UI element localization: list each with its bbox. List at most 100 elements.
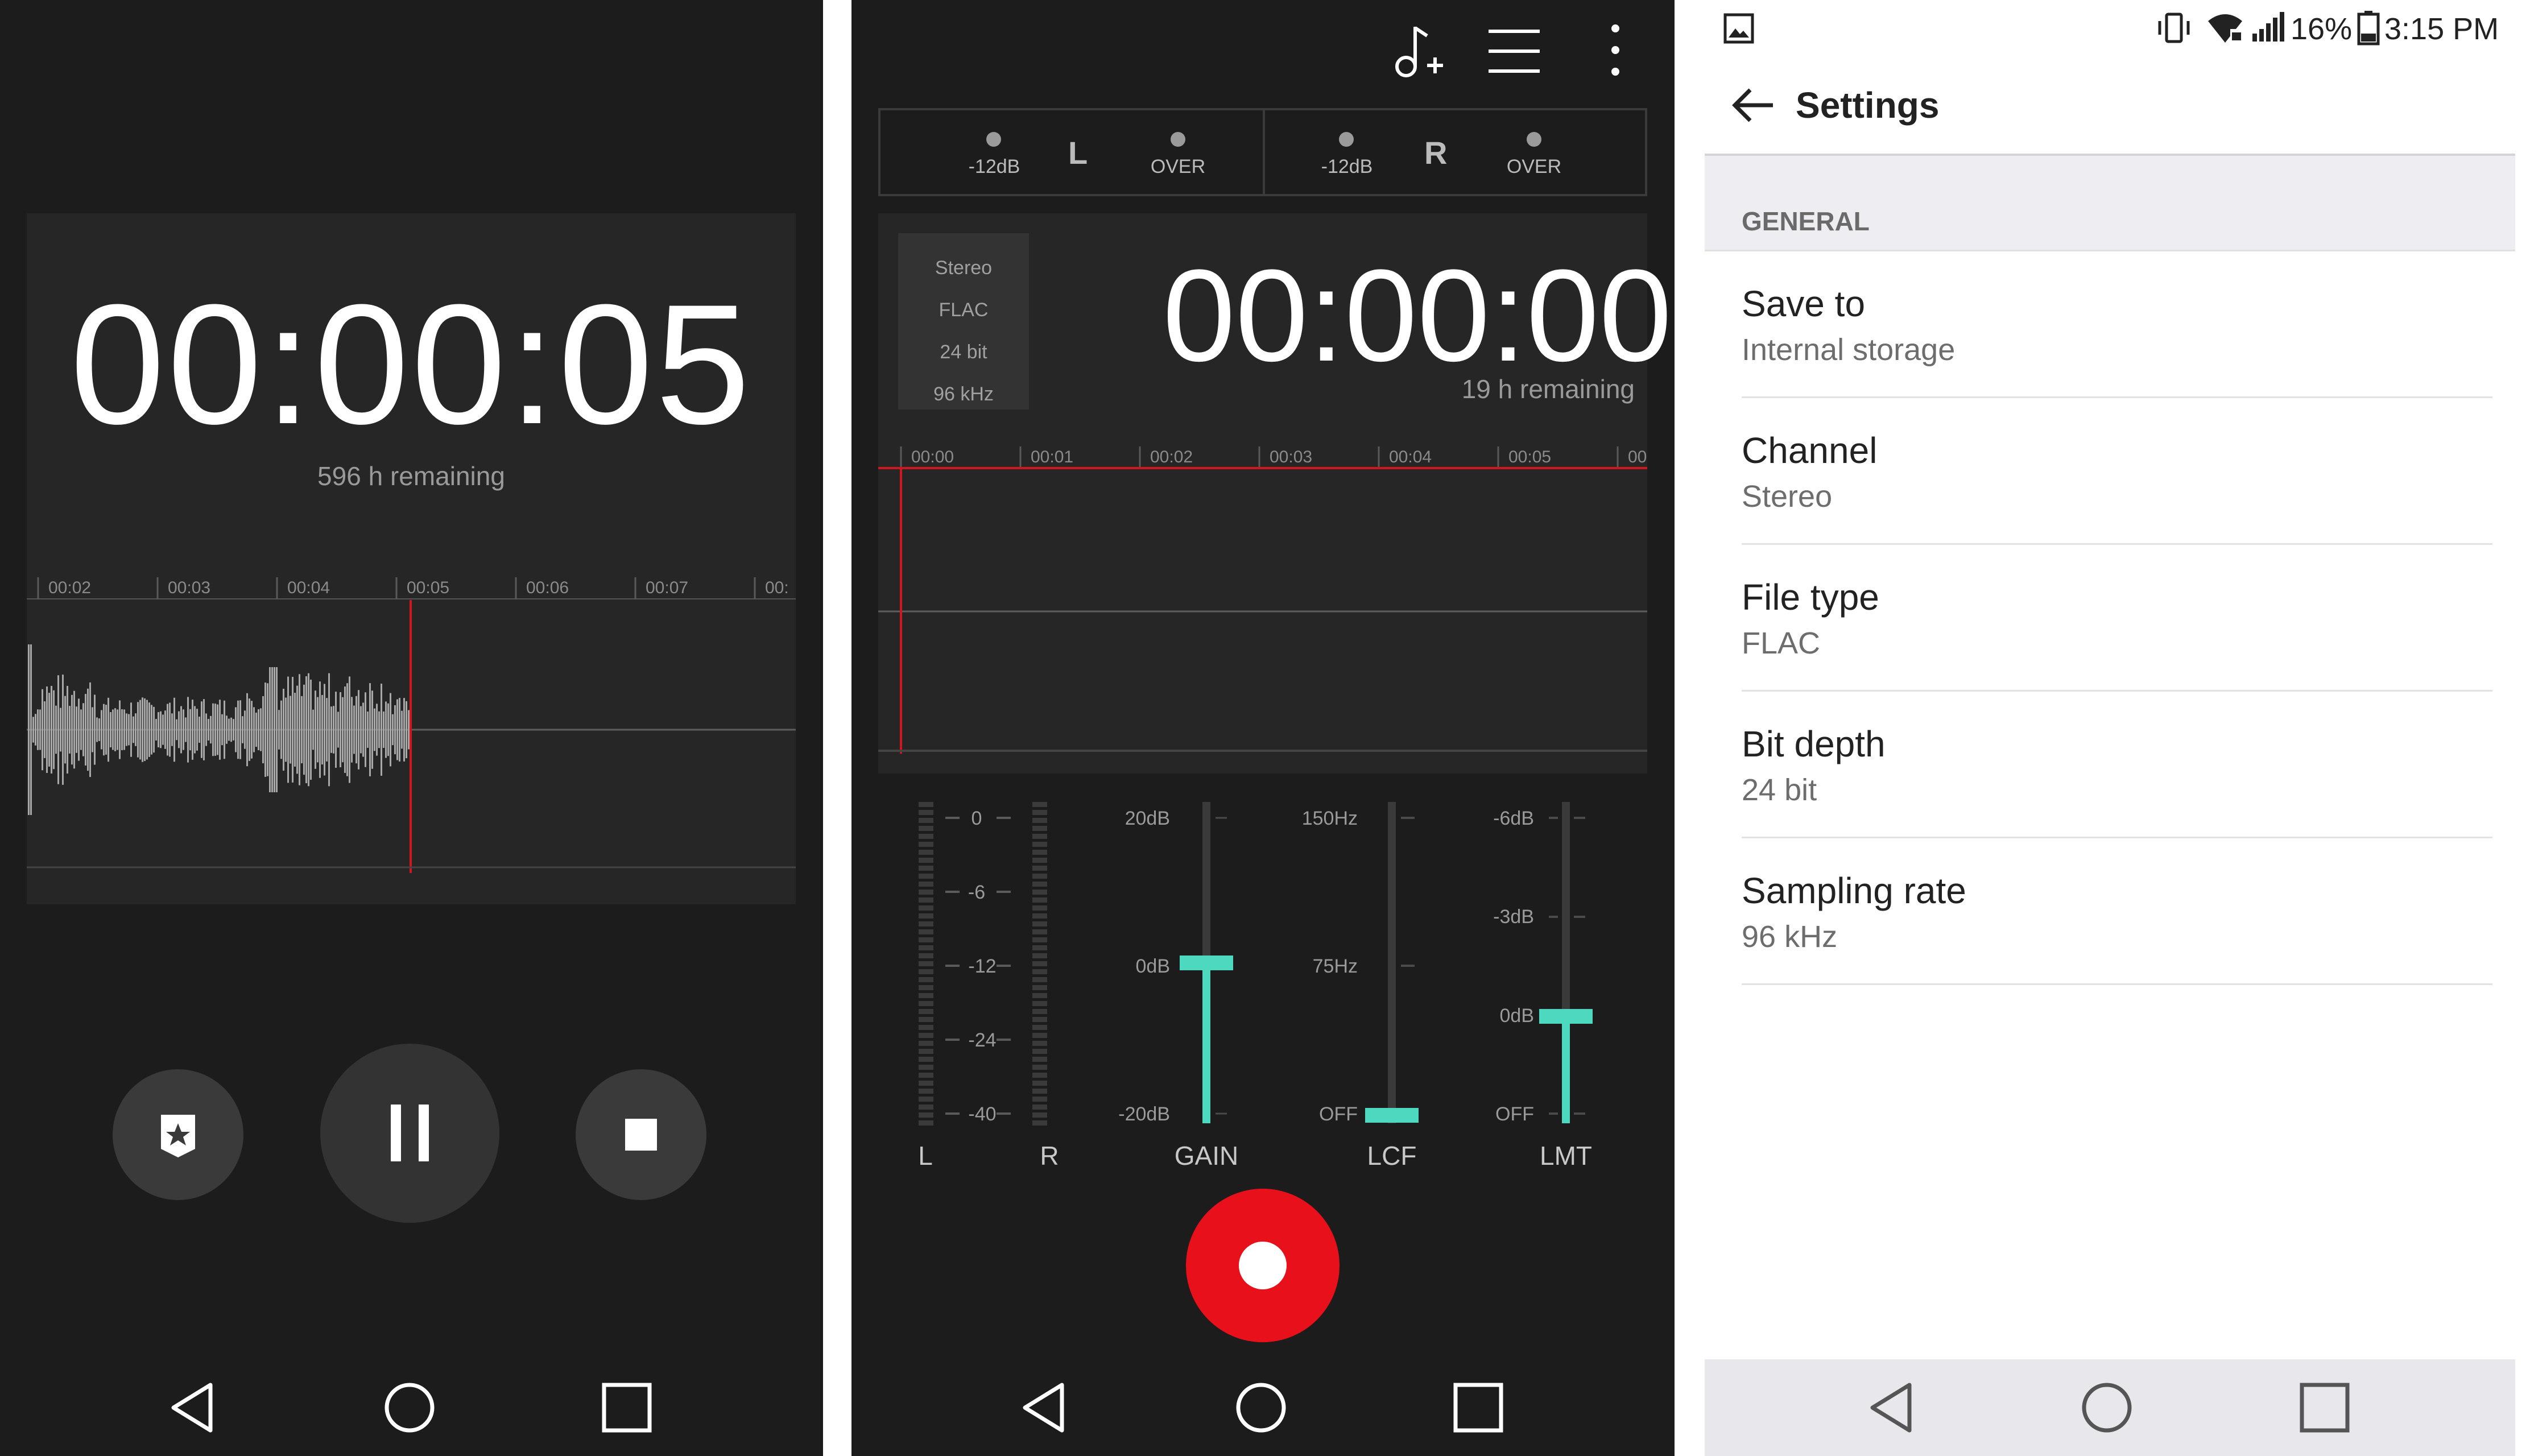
waveform-bar (294, 693, 296, 767)
left-low-label: -12dB (968, 156, 1020, 177)
nav-back-icon[interactable] (165, 1359, 222, 1456)
waveform-bar (308, 673, 309, 787)
meter-led (919, 1097, 933, 1102)
meter-led (919, 858, 933, 863)
setting-item-bit-depth[interactable]: Bit depth 24 bit (1705, 692, 2515, 838)
waveform-bar (244, 710, 246, 749)
waveform-bar (201, 701, 202, 758)
right-over-led (1527, 132, 1541, 147)
waveform-bar (46, 686, 48, 774)
record-button[interactable] (1186, 1189, 1340, 1342)
waveform-bar (310, 679, 312, 780)
nav-back-icon[interactable] (1016, 1359, 1073, 1456)
meter-led (919, 1025, 933, 1030)
add-music-icon[interactable] (1386, 20, 1449, 82)
meter-left-label: L (918, 1141, 933, 1170)
recorder-screen: -12dB L OVER -12dB R OVER Stereo FLAC 24… (851, 0, 1675, 1456)
waveform-bar (381, 684, 382, 776)
timeline-tick: 00:02 (48, 578, 92, 597)
back-arrow-icon[interactable] (1727, 80, 1779, 131)
waveform-bar (355, 696, 357, 764)
waveform-bar (60, 708, 61, 752)
navigation-bar (1705, 1359, 2515, 1456)
meter-led (919, 937, 933, 942)
list-icon[interactable] (1486, 23, 1543, 80)
waveform-bar (269, 667, 271, 792)
setting-title: Sampling rate (1742, 870, 1966, 911)
waveform-bar (305, 676, 307, 784)
meter-led (1032, 1025, 1047, 1030)
setting-item-sampling-rate[interactable]: Sampling rate 96 kHz (1705, 838, 2515, 985)
waveform-bar (385, 701, 387, 758)
meter-led (1032, 985, 1047, 990)
nav-recents-icon[interactable] (2296, 1359, 2353, 1456)
meter-led (1032, 1073, 1047, 1078)
waveform-bar (374, 708, 375, 751)
gain-slider-label[interactable]: GAIN (1161, 1140, 1252, 1171)
meter-led (1032, 1001, 1047, 1006)
nav-home-icon[interactable] (381, 1359, 438, 1456)
waveform-bar (64, 696, 66, 764)
setting-item-file-type[interactable]: File type FLAC (1705, 545, 2515, 692)
timeline-tick: 00: (765, 578, 789, 597)
more-vert-icon[interactable] (1604, 23, 1627, 80)
waveform-bar (394, 705, 396, 755)
waveform-bar (73, 690, 75, 769)
waveform-bar (292, 677, 293, 783)
waveform-bar (176, 719, 177, 741)
nav-home-icon[interactable] (2078, 1359, 2135, 1456)
waveform-bar (387, 703, 389, 756)
meter-led (919, 929, 933, 934)
waveform-bar (233, 719, 234, 741)
waveform-bar (278, 710, 280, 750)
timeline-tick: 00:04 (287, 578, 330, 597)
lmt-slider-label[interactable]: LMT (1520, 1140, 1611, 1171)
setting-value: FLAC (1742, 626, 1821, 660)
waveform-bar (98, 718, 100, 741)
meter-led (1032, 834, 1047, 839)
waveform-bar (346, 683, 348, 776)
meter-led (919, 993, 933, 998)
waveform-bar (253, 707, 255, 752)
waveform-bar (108, 697, 109, 762)
waveform-bar (103, 704, 105, 756)
waveform-bar (283, 688, 284, 771)
bookmark-button[interactable] (113, 1069, 243, 1200)
meter-led (1032, 1009, 1047, 1014)
setting-item-channel[interactable]: Channel Stereo (1705, 398, 2515, 545)
lmt-mid-label: -3dB (1493, 906, 1534, 928)
setting-item-save-to[interactable]: Save to Internal storage (1705, 251, 2515, 398)
waveform-bar (383, 711, 385, 748)
format-info-box: Stereo FLAC 24 bit 96 kHz (898, 233, 1029, 410)
lcf-slider-label[interactable]: LCF (1346, 1140, 1437, 1171)
waveform-bar (406, 701, 407, 759)
waveform-bar (55, 705, 57, 754)
meter-led (919, 834, 933, 839)
waveform-bar (117, 709, 118, 750)
meter-led (919, 866, 933, 871)
level-indicator: -12dB L OVER -12dB R OVER (878, 108, 1647, 196)
navigation-bar (0, 1359, 823, 1456)
meter-led (919, 1120, 933, 1126)
waveform-bar (92, 707, 93, 752)
navigation-bar (851, 1359, 1675, 1456)
pause-button[interactable] (320, 1044, 499, 1223)
settings-screen: 16% 3:15 PM Settings GENERAL Save to Int… (1705, 0, 2530, 1456)
left-channel-label: L (1068, 135, 1088, 171)
nav-recents-icon[interactable] (1450, 1359, 1507, 1456)
nav-home-icon[interactable] (1233, 1359, 1289, 1456)
waveform-bar (408, 710, 410, 750)
section-header: GENERAL (1705, 156, 2515, 251)
stop-button[interactable] (576, 1069, 706, 1200)
waveform-bar (180, 706, 182, 754)
waveform-bar (351, 697, 353, 763)
nav-recents-icon[interactable] (598, 1359, 655, 1456)
meter-led (919, 953, 933, 958)
waveform-bar (96, 717, 98, 742)
waveform-bar (94, 694, 96, 765)
nav-back-icon[interactable] (1864, 1359, 1921, 1456)
waveform-bar (183, 709, 184, 750)
waveform-bar (42, 689, 43, 771)
setting-value: Internal storage (1742, 333, 1956, 367)
waveform-bar (199, 716, 200, 743)
